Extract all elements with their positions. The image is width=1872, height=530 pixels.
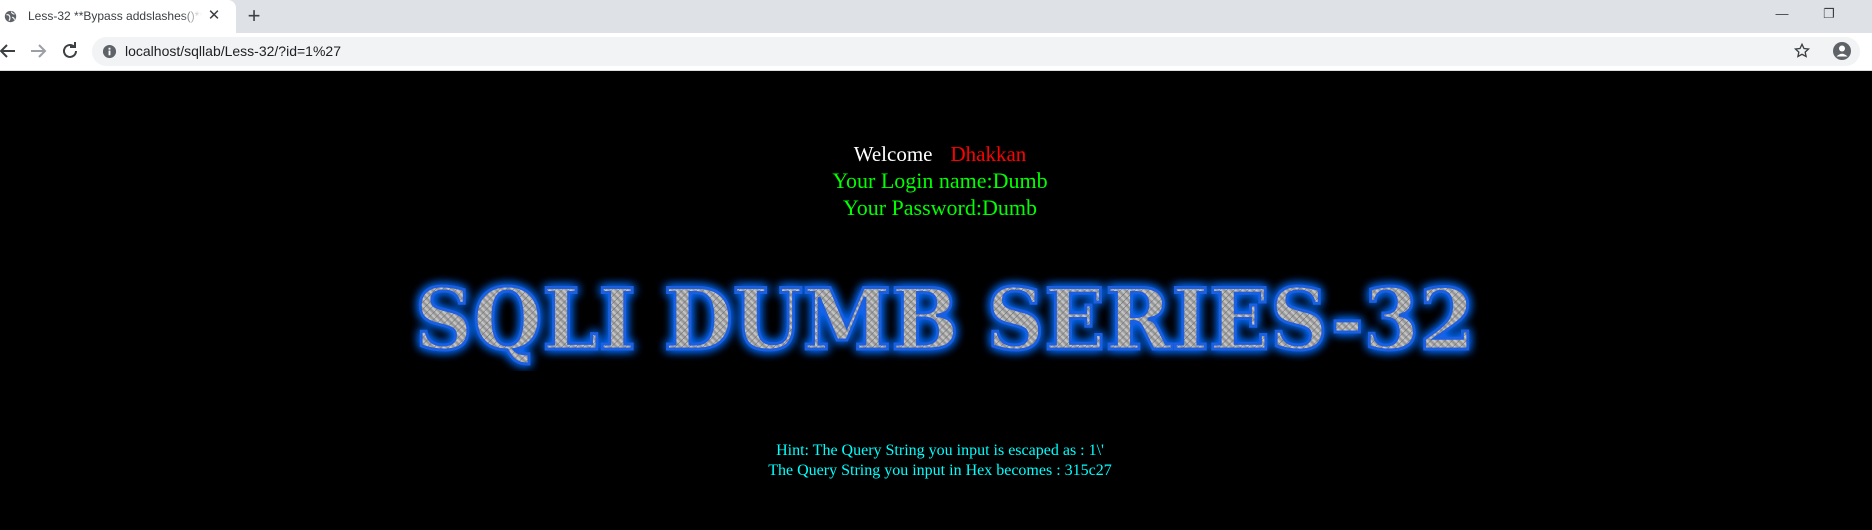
page-content: Welcome Dhakkan Your Login name:Dumb Your… [0, 71, 1872, 530]
login-name-line: Your Login name:Dumb [832, 168, 1048, 193]
reload-icon[interactable] [58, 39, 82, 63]
profile-avatar-icon[interactable] [1832, 41, 1852, 61]
new-tab-button[interactable]: + [243, 5, 265, 27]
welcome-text: Welcome [853, 142, 933, 166]
globe-icon [4, 10, 17, 23]
address-bar[interactable]: localhost/sqllab/Less-32/?id=1%27 [92, 37, 1860, 66]
welcome-line: Welcome Dhakkan [0, 141, 1872, 167]
info-icon[interactable] [102, 44, 117, 59]
password-line: Your Password:Dumb [843, 195, 1037, 220]
forward-arrow-icon[interactable] [26, 39, 50, 63]
bookmark-star-icon[interactable] [1792, 41, 1812, 61]
back-arrow-icon[interactable] [0, 39, 20, 63]
browser-tab[interactable]: Less-32 **Bypass addslashes()** ✕ [0, 0, 236, 33]
minimize-button[interactable]: — [1768, 4, 1796, 24]
tab-close-icon[interactable]: ✕ [206, 8, 222, 24]
banner-text: SQLI DUMB SERIES-32 [415, 270, 1475, 369]
browser-toolbar: localhost/sqllab/Less-32/?id=1%27 [0, 33, 1872, 71]
tab-strip: Less-32 **Bypass addslashes()** ✕ + — ❐ [0, 0, 1872, 33]
hint-escaped-text: Hint: The Query String you input is esca… [776, 442, 1104, 459]
restore-button[interactable]: ❐ [1815, 4, 1843, 24]
series-banner-logo: SQLI DUMB SERIES-32 [414, 269, 1477, 371]
hint-hex-text: The Query String you input in Hex become… [768, 462, 1112, 479]
user-name: Dhakkan [950, 142, 1027, 166]
tab-title: Less-32 **Bypass addslashes()** [28, 9, 202, 23]
url-text[interactable]: localhost/sqllab/Less-32/?id=1%27 [125, 43, 341, 59]
